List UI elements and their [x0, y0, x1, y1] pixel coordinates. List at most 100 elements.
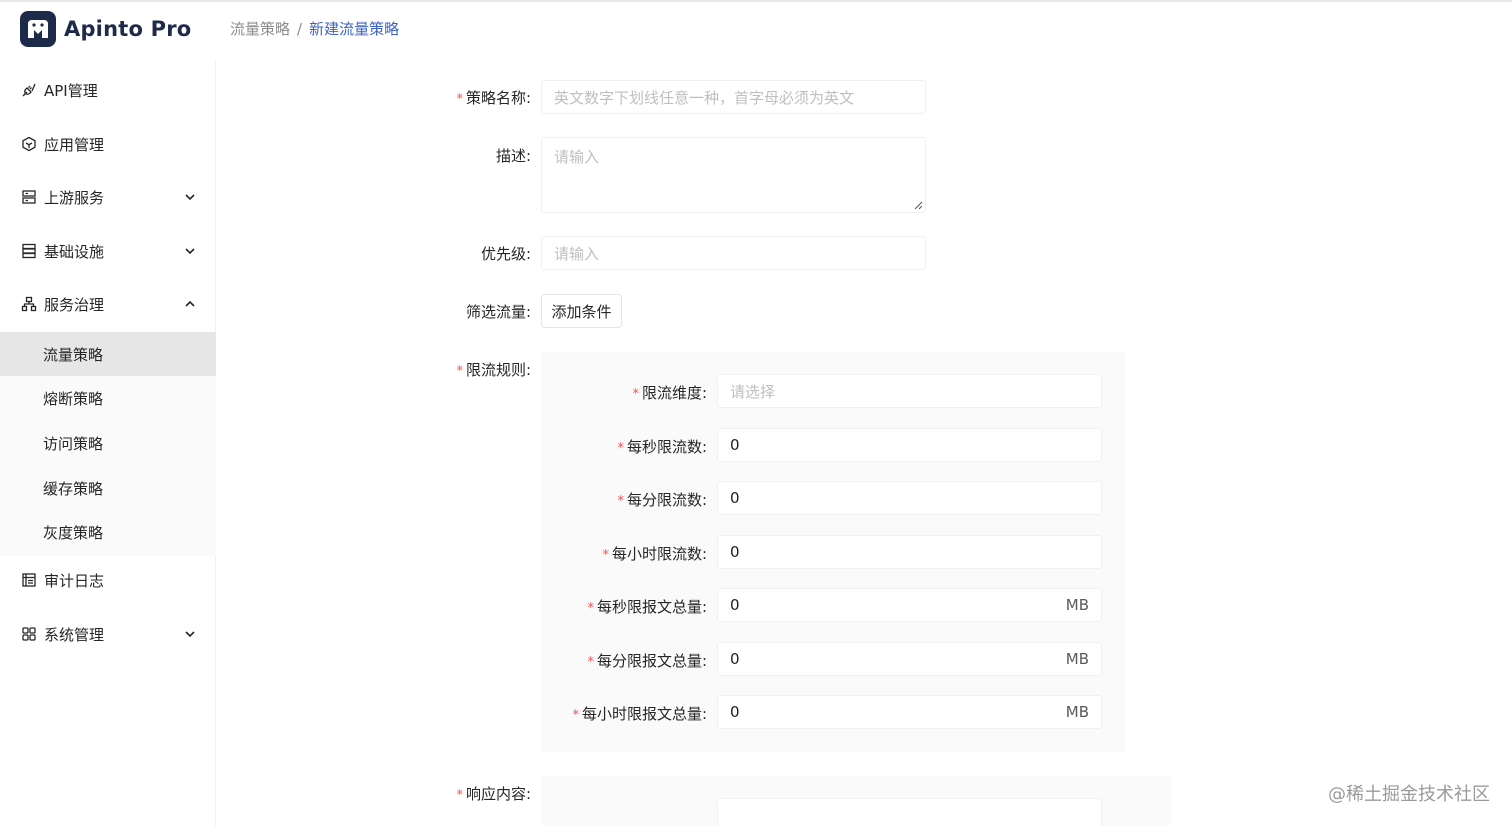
per-hour-value: 0: [730, 543, 740, 561]
required-mark: *: [572, 708, 579, 723]
policy-name-input[interactable]: 英文数字下划线任意一种，首字母必须为英文: [541, 80, 926, 114]
bytes-per-hour-input[interactable]: 0 MB: [717, 695, 1102, 729]
app-icon: [20, 135, 38, 153]
rules-label-text: 限流规则:: [465, 361, 531, 379]
per-second-label: * 每秒限流数:: [617, 436, 707, 457]
upstream-icon: [20, 188, 38, 206]
per-second-value: 0: [730, 436, 740, 454]
rules-label: * 限流规则:: [456, 359, 531, 380]
response-label: * 响应内容:: [456, 783, 531, 804]
add-condition-button[interactable]: 添加条件: [541, 294, 622, 328]
bytes-per-minute-input[interactable]: 0 MB: [717, 642, 1102, 676]
priority-placeholder: 请输入: [554, 244, 600, 263]
audit-log-icon: [20, 571, 38, 589]
per-minute-label-text: 每分限流数:: [626, 491, 707, 509]
per-minute-input[interactable]: 0: [717, 481, 1102, 515]
sidebar: API管理 应用管理 上游服务 基础设施 服务治理 流量策略 熔断策略 访问策略…: [0, 60, 216, 826]
priority-label: 优先级:: [480, 245, 531, 263]
dimension-placeholder: 请选择: [730, 382, 776, 401]
bytes-per-minute-label-text: 每分限报文总量:: [596, 652, 707, 670]
sidebar-item-system[interactable]: 系统管理: [0, 612, 216, 656]
bytes-per-hour-value: 0: [730, 703, 740, 721]
sidebar-item-label: 系统管理: [44, 625, 105, 644]
per-hour-label-text: 每小时限流数:: [611, 545, 707, 563]
sidebar-item-governance[interactable]: 服务治理: [0, 282, 216, 326]
sidebar-item-gray-policy[interactable]: 灰度策略: [0, 510, 216, 554]
governance-icon: [20, 295, 38, 313]
system-icon: [20, 625, 38, 643]
per-minute-label: * 每分限流数:: [617, 489, 707, 510]
submenu-item-label: 灰度策略: [43, 523, 104, 542]
submenu-item-label: 访问策略: [43, 434, 104, 453]
unit-suffix: MB: [1065, 703, 1089, 721]
submenu-item-label: 流量策略: [43, 345, 104, 364]
sidebar-item-api[interactable]: API管理: [0, 68, 216, 112]
infrastructure-icon: [20, 242, 38, 260]
required-mark: *: [602, 548, 609, 563]
dimension-select[interactable]: 请选择: [717, 374, 1102, 408]
bytes-per-second-value: 0: [730, 596, 740, 614]
description-label: 描述:: [495, 147, 531, 165]
bytes-per-second-input[interactable]: 0 MB: [717, 588, 1102, 622]
api-icon: [20, 81, 38, 99]
priority-input[interactable]: 请输入: [541, 236, 926, 270]
sidebar-item-label: 基础设施: [44, 242, 105, 261]
filter-label: 筛选流量:: [465, 303, 531, 321]
required-mark: *: [632, 387, 639, 402]
sidebar-item-upstream[interactable]: 上游服务: [0, 175, 216, 219]
watermark: @稀土掘金技术社区: [1328, 784, 1490, 805]
dimension-label: * 限流维度:: [632, 382, 707, 403]
chevron-down-icon: [185, 194, 195, 201]
required-mark: *: [456, 92, 463, 107]
bytes-per-hour-label: * 每小时限报文总量:: [572, 703, 707, 724]
unit-suffix: MB: [1065, 596, 1089, 614]
per-hour-label: * 每小时限流数:: [602, 543, 707, 564]
required-mark: *: [456, 788, 463, 803]
sidebar-item-infrastructure[interactable]: 基础设施: [0, 229, 216, 273]
policy-name-placeholder: 英文数字下划线任意一种，首字母必须为英文: [554, 88, 855, 107]
sidebar-item-circuit-breaker-policy[interactable]: 熔断策略: [0, 376, 216, 420]
breadcrumb-parent[interactable]: 流量策略: [230, 18, 290, 39]
resize-handle-icon[interactable]: [914, 201, 923, 210]
bytes-per-hour-label-text: 每小时限报文总量:: [581, 705, 707, 723]
description-textarea[interactable]: 请输入: [541, 137, 926, 213]
governance-submenu: 流量策略 熔断策略 访问策略 缓存策略 灰度策略: [0, 332, 216, 556]
bytes-per-minute-label: * 每分限报文总量:: [587, 650, 707, 671]
sidebar-item-label: 上游服务: [44, 188, 105, 207]
breadcrumb: 流量策略 / 新建流量策略: [230, 18, 399, 39]
apinto-logo-icon: [20, 11, 56, 47]
sidebar-item-cache-policy[interactable]: 缓存策略: [0, 466, 216, 510]
name-label: * 策略名称:: [456, 87, 531, 108]
required-mark: *: [587, 655, 594, 670]
app-logo[interactable]: Apinto Pro: [20, 11, 191, 47]
top-border: [0, 0, 1512, 2]
per-hour-input[interactable]: 0: [717, 535, 1102, 569]
sidebar-item-traffic-policy[interactable]: 流量策略: [0, 332, 216, 376]
app-name: Apinto Pro: [64, 17, 192, 41]
chevron-up-icon: [185, 300, 195, 307]
bytes-per-second-label: * 每秒限报文总量:: [587, 596, 707, 617]
required-mark: *: [587, 601, 594, 616]
bytes-per-second-label-text: 每秒限报文总量:: [596, 598, 707, 616]
chevron-down-icon: [185, 248, 195, 255]
breadcrumb-separator: /: [297, 19, 303, 38]
per-minute-value: 0: [730, 489, 740, 507]
required-mark: *: [456, 364, 463, 379]
required-mark: *: [617, 494, 624, 509]
per-second-label-text: 每秒限流数:: [626, 438, 707, 456]
sidebar-item-label: 审计日志: [44, 571, 105, 590]
required-mark: *: [617, 441, 624, 456]
sidebar-item-access-policy[interactable]: 访问策略: [0, 421, 216, 465]
name-label-text: 策略名称:: [465, 89, 531, 107]
breadcrumb-current: 新建流量策略: [309, 20, 400, 38]
chevron-down-icon: [185, 631, 195, 638]
sidebar-item-apps[interactable]: 应用管理: [0, 122, 216, 166]
response-field-input[interactable]: [717, 798, 1102, 826]
sidebar-item-audit-log[interactable]: 审计日志: [0, 558, 216, 602]
per-second-input[interactable]: 0: [717, 428, 1102, 462]
sidebar-item-label: API管理: [44, 81, 98, 100]
submenu-item-label: 缓存策略: [43, 479, 104, 498]
bytes-per-minute-value: 0: [730, 650, 740, 668]
sidebar-item-label: 应用管理: [44, 135, 105, 154]
dimension-label-text: 限流维度:: [641, 384, 707, 402]
